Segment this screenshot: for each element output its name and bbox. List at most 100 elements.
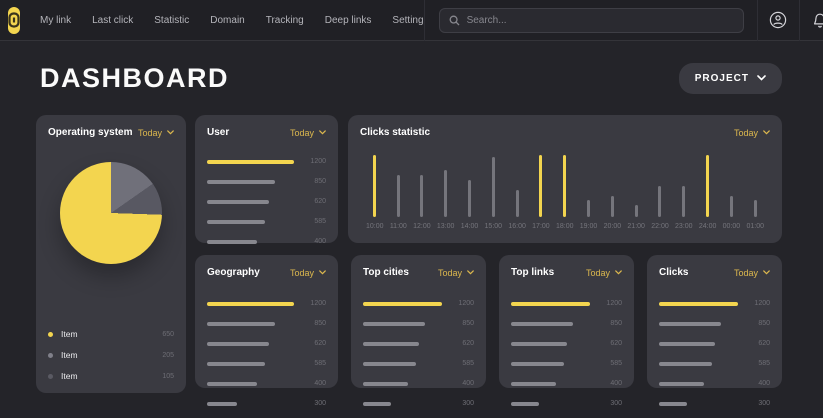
bar-row: 585 [511,360,622,367]
time-bar [539,155,542,217]
bar [511,322,573,326]
bar-value: 850 [746,320,770,327]
bar [659,402,687,406]
bar-value: 400 [302,238,326,245]
card-header: Top links Today [511,267,622,278]
card-header: Clicks Today [659,267,770,278]
nav-link-tracking[interactable]: Tracking [266,15,304,26]
time-bar-column: 17:00 [532,155,550,230]
bell-icon [812,12,823,29]
search-input[interactable] [439,8,744,33]
chevron-down-icon [763,130,770,135]
pie-chart [60,162,162,264]
period-dropdown[interactable]: Today [586,268,622,278]
legend-label: Item [61,371,162,381]
card-header: Top cities Today [363,267,474,278]
bar-value: 620 [598,340,622,347]
time-label: 17:00 [532,223,550,230]
chevron-down-icon [319,270,326,275]
bar-row: 850 [363,320,474,327]
bar-row: 850 [207,178,326,185]
time-bar-column: 19:00 [580,200,598,230]
account-button[interactable] [758,0,799,41]
nav-link-last-click[interactable]: Last click [92,15,133,26]
bar [363,342,419,346]
period-dropdown[interactable]: Today [290,128,326,138]
bar [207,180,275,184]
bar [659,302,738,306]
nav-link-domain[interactable]: Domain [210,15,244,26]
time-bar [563,155,566,217]
bar-value: 400 [450,380,474,387]
time-bar-column: 10:00 [366,155,384,230]
bar-value: 300 [746,400,770,407]
time-bar [730,196,733,217]
time-bar-column: 15:00 [485,157,503,230]
top-row: User Today 1200850620585400300 Clicks st… [195,115,782,243]
nav-right [424,0,823,41]
period-dropdown[interactable]: Today [290,268,326,278]
period-dropdown[interactable]: Today [438,268,474,278]
project-dropdown-button[interactable]: PROJECT [679,63,782,94]
time-bar-column: 13:00 [437,170,455,230]
bar-row: 620 [511,340,622,347]
card-user: User Today 1200850620585400300 [195,115,338,243]
pie-legend: Item650Item205Item105 [48,318,174,381]
bar-row: 585 [659,360,770,367]
bar [511,342,567,346]
time-label: 10:00 [366,223,384,230]
time-bar [468,180,471,217]
logo[interactable] [8,7,20,34]
period-label: Today [734,268,758,278]
time-bar-column: 14:00 [461,180,479,230]
bar-row: 400 [511,380,622,387]
bar [659,362,712,366]
bar-value: 850 [302,178,326,185]
notifications-button[interactable] [800,0,823,41]
time-label: 24:00 [699,223,717,230]
time-bar [635,205,638,217]
right-column: User Today 1200850620585400300 Clicks st… [195,115,782,393]
nav-link-deep-links[interactable]: Deep links [325,15,372,26]
time-bar [658,186,661,217]
dashboard-grid: Operating system Today Item650Item205Ite… [0,115,823,393]
period-label: Today [438,268,462,278]
bar [511,362,564,366]
nav-link-setting[interactable]: Setting [392,15,423,26]
period-dropdown[interactable]: Today [138,128,174,138]
nav-link-my-link[interactable]: My link [40,15,71,26]
project-dropdown-label: PROJECT [695,73,749,84]
period-dropdown[interactable]: Today [734,268,770,278]
card-clicks-statistic: Clicks statistic Today 10:0011:0012:0013… [348,115,782,243]
bar [207,160,294,164]
card-header: Geography Today [207,267,326,278]
period-label: Today [290,268,314,278]
bar-row: 400 [363,380,474,387]
legend-value: 205 [162,352,174,359]
bar-value: 300 [450,400,474,407]
link-icon [8,12,20,28]
card-geography: Geography Today 1200850620585400300 [195,255,338,388]
bar [511,382,556,386]
bar-track [207,180,294,184]
time-bar-column: 01:00 [746,200,764,230]
bar-track [363,302,442,306]
period-label: Today [138,128,162,138]
time-label: 01:00 [746,223,764,230]
nav-link-statistic[interactable]: Statistic [154,15,189,26]
legend-row: Item105 [48,371,174,381]
bar-track [207,220,294,224]
bar-track [363,382,442,386]
chevron-down-icon [763,270,770,275]
bar-value: 400 [746,380,770,387]
bar-track [511,322,590,326]
period-dropdown[interactable]: Today [734,128,770,138]
legend-label: Item [61,329,162,339]
time-label: 18:00 [556,223,574,230]
time-bar-column: 21:00 [627,205,645,230]
card-title: Operating system [48,127,132,138]
bar-track [511,382,590,386]
time-bar-column: 18:00 [556,155,574,230]
bar-row: 400 [207,238,326,245]
bar-value: 850 [450,320,474,327]
